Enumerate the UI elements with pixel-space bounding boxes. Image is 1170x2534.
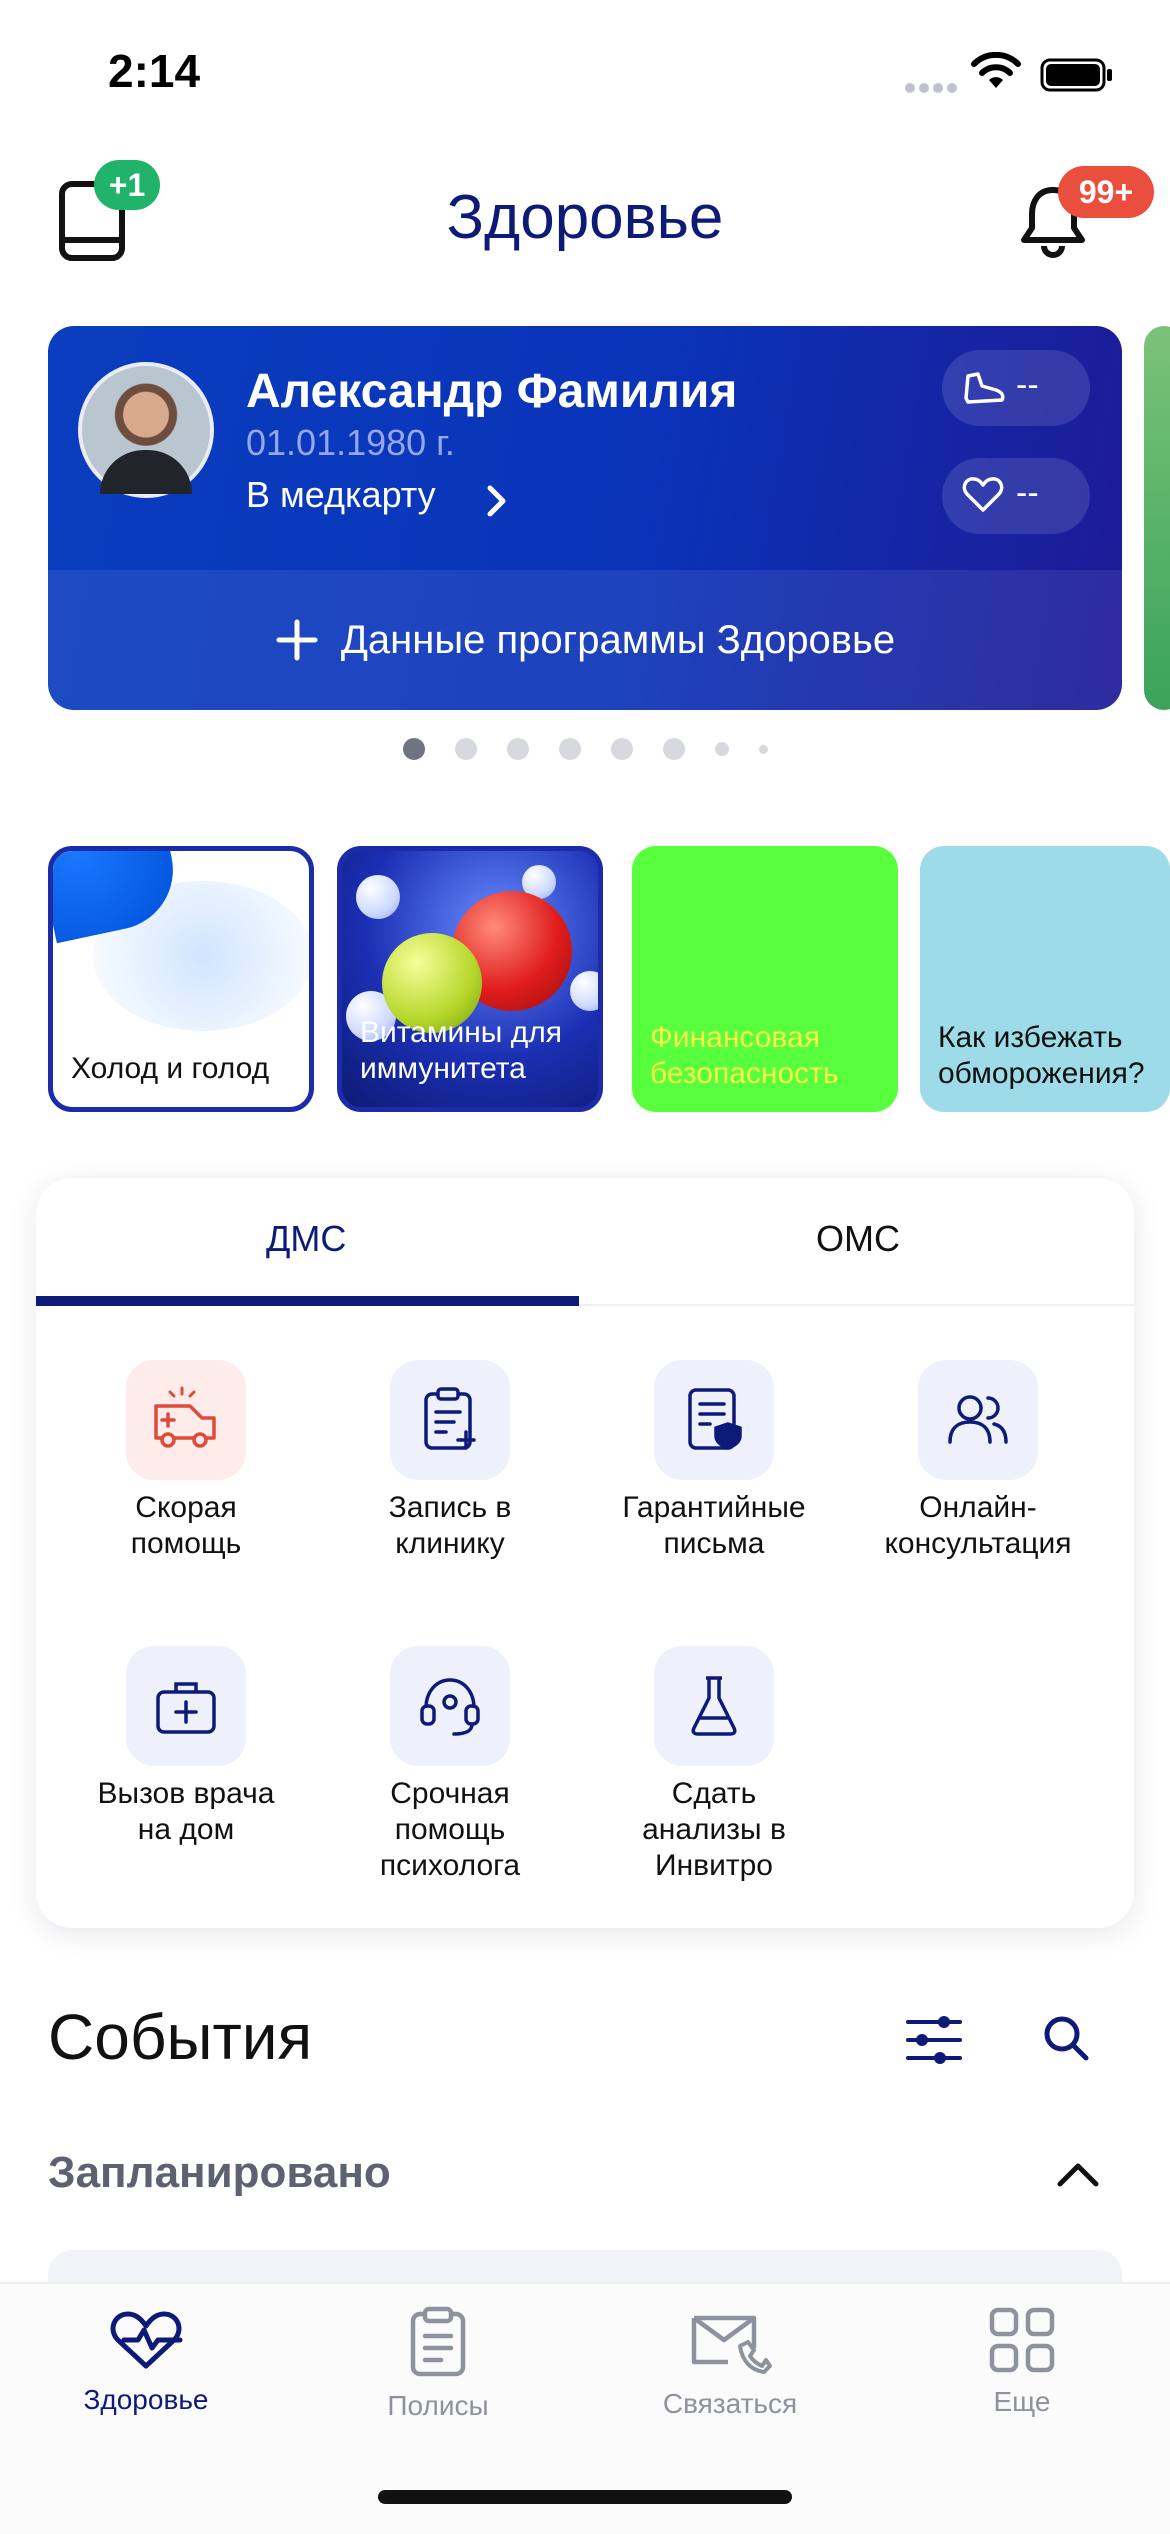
story-card[interactable]: Как избежать обморожения?	[920, 846, 1170, 1112]
clipboard-icon	[410, 2306, 466, 2377]
pagination-dot[interactable]	[402, 738, 425, 760]
headset-icon	[420, 1678, 480, 1736]
heart-icon	[962, 477, 1004, 512]
chevron-up-icon[interactable]	[1056, 2160, 1100, 2188]
carousel-pagination	[0, 738, 1170, 760]
wifi-icon	[971, 52, 1021, 88]
pagination-dot[interactable]	[714, 742, 729, 756]
service-psychologist-help[interactable]: Срочная помощь психолога	[320, 1646, 580, 1884]
grid-icon	[989, 2307, 1055, 2373]
tab-oms[interactable]: ОМС	[816, 1218, 900, 1260]
pagination-dot[interactable]	[506, 738, 529, 760]
steps-metric[interactable]: --	[942, 350, 1090, 426]
pagination-dot[interactable]	[662, 738, 685, 760]
nav-label: Здоровье	[83, 2384, 209, 2415]
story-card[interactable]: Витамины для иммунитета	[337, 846, 603, 1112]
flask-icon	[691, 1676, 737, 1736]
next-profile-card-peek[interactable]	[1144, 326, 1170, 710]
people-icon	[948, 1395, 1008, 1444]
birth-date: 01.01.1980 г.	[246, 422, 455, 463]
sneaker-icon	[964, 372, 1005, 404]
heart-value: --	[1016, 474, 1039, 512]
story-title: Холод и голод	[71, 1052, 270, 1085]
pagination-dot[interactable]	[454, 738, 477, 760]
pagination-dot[interactable]	[758, 744, 768, 754]
page-title: Здоровье	[446, 183, 724, 252]
service-label: Сдать анализы в Инвитро	[642, 1777, 786, 1882]
nav-tab-more[interactable]: Еще	[902, 2306, 1142, 2418]
story-card[interactable]: Финансовая безопасность	[632, 846, 898, 1112]
filter-icon[interactable]	[904, 2012, 964, 2068]
service-label: Гарантийные письма	[622, 1491, 806, 1560]
nav-tab-health[interactable]: Здоровье	[26, 2306, 266, 2416]
service-label: Онлайн-консультация	[884, 1491, 1072, 1560]
service-invitro-tests[interactable]: Сдать анализы в Инвитро	[584, 1646, 844, 1884]
story-title: Как избежать обморожения?	[938, 1021, 1145, 1090]
service-clinic-appointment[interactable]: Запись в клинику	[320, 1360, 580, 1562]
ambulance-icon	[154, 1386, 216, 1448]
nav-label: Еще	[993, 2386, 1051, 2417]
service-label: Вызов врача на дом	[97, 1777, 275, 1846]
cellular-signal-icon	[905, 80, 961, 98]
clipboard-plus-icon	[424, 1387, 476, 1450]
chevron-right-icon[interactable]	[486, 484, 508, 518]
pagination-dot[interactable]	[558, 738, 581, 760]
service-label: Срочная помощь психолога	[379, 1777, 521, 1882]
program-data-label: Данные программы Здоровье	[340, 617, 896, 662]
service-label: Запись в клинику	[388, 1491, 512, 1560]
profile-card[interactable]: Александр Фамилия 01.01.1980 г. В медкар…	[48, 326, 1122, 710]
plus-icon	[276, 619, 318, 661]
program-data-button[interactable]: Данные программы Здоровье	[48, 570, 1122, 710]
tab-dms[interactable]: ДМС	[266, 1218, 346, 1260]
heart-pulse-icon	[110, 2311, 183, 2369]
story-title: Витамины для иммунитета	[360, 1016, 562, 1085]
story-title: Финансовая безопасность	[650, 1021, 839, 1090]
battery-icon	[1040, 58, 1112, 92]
notifications-badge: 99+	[1058, 166, 1154, 218]
service-ambulance[interactable]: Скорая помощь	[56, 1360, 316, 1562]
document-shield-icon	[688, 1388, 742, 1450]
medical-bag-icon	[156, 1682, 216, 1734]
planned-section-title[interactable]: Запланировано	[48, 2148, 391, 2198]
search-icon[interactable]	[1040, 2012, 1092, 2064]
services-card: ДМС ОМС Скорая помощь Запись в клинику Г…	[36, 1178, 1134, 1928]
medcard-link[interactable]: В медкарту	[246, 474, 436, 516]
status-time: 2:14	[108, 45, 201, 97]
active-tab-indicator	[36, 1296, 579, 1306]
service-label: Скорая помощь	[130, 1491, 242, 1560]
pagination-dot[interactable]	[610, 738, 633, 760]
story-card[interactable]: Холод и голод	[48, 846, 314, 1112]
heart-rate-metric[interactable]: --	[942, 458, 1090, 534]
nav-tab-contact[interactable]: Связаться	[610, 2306, 850, 2420]
nav-label: Связаться	[662, 2388, 798, 2419]
status-bar: 2:14	[0, 0, 1170, 150]
service-doctor-home-call[interactable]: Вызов врача на дом	[56, 1646, 316, 1848]
service-guarantee-letters[interactable]: Гарантийные письма	[584, 1360, 844, 1562]
user-name: Александр Фамилия	[246, 365, 738, 418]
steps-value: --	[1016, 366, 1039, 404]
nav-label: Полисы	[387, 2390, 489, 2421]
envelope-phone-icon	[691, 2315, 772, 2374]
home-indicator	[378, 2490, 792, 2504]
nav-tab-policies[interactable]: Полисы	[318, 2306, 558, 2422]
avatar[interactable]	[78, 362, 214, 498]
service-online-consultation[interactable]: Онлайн-консультация	[848, 1360, 1108, 1562]
events-title: События	[48, 2001, 313, 2073]
